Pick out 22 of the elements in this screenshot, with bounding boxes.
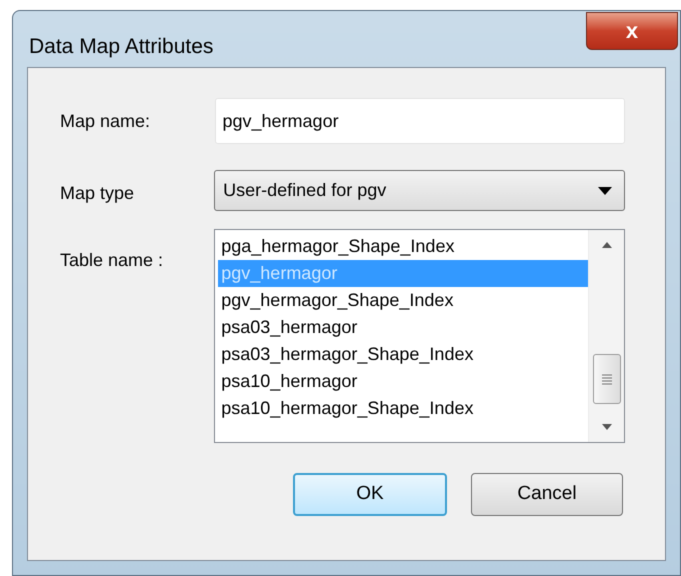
list-item[interactable]: pgv_hermagor_Shape_Index <box>218 287 588 314</box>
scroll-up-icon[interactable] <box>602 242 612 248</box>
list-item[interactable]: psa03_hermagor_Shape_Index <box>218 341 588 368</box>
window-title: Data Map Attributes <box>29 34 214 60</box>
list-item[interactable]: pga_hermagor_Shape_Index <box>218 233 588 260</box>
list-item[interactable]: psa10_hermagor <box>218 368 588 395</box>
field-label: Map name: <box>60 110 152 133</box>
list-item[interactable]: psa10_hermagor_Shape_Index <box>218 395 588 422</box>
list-item[interactable]: psa03_hermagor <box>218 314 588 341</box>
map-name-field[interactable]: pgv_hermagor <box>214 98 625 144</box>
scroll-thumb[interactable] <box>592 354 620 404</box>
cancel-button[interactable]: Cancel <box>471 473 623 516</box>
map-type-dropdown[interactable]: User-defined for pgv <box>214 170 625 211</box>
table-list[interactable]: pga_hermagor_Shape_Index pgv_hermagor pgv_hermagor_Shape_Index psa03_hermagor psa03_hermagor_Shape_Index psa10_hermagor psa10_hermagor_Shape_Index <box>214 229 625 443</box>
field-label: Table name : <box>60 249 164 272</box>
ok-button[interactable]: OK <box>293 473 447 516</box>
scroll-down-icon[interactable] <box>602 424 612 430</box>
field-label: Map type <box>60 182 136 205</box>
scrollbar[interactable] <box>588 230 624 442</box>
caret-icon <box>598 186 612 194</box>
close-button[interactable]: x <box>586 12 678 50</box>
grip-icon <box>602 373 612 385</box>
